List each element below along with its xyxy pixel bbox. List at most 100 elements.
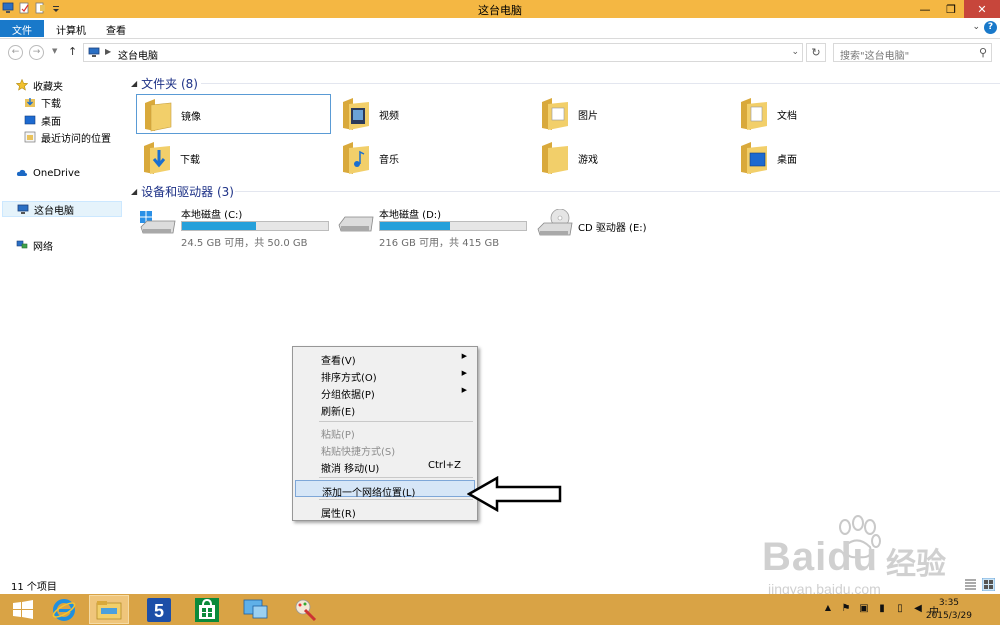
folder-item[interactable]: 图片 xyxy=(534,94,729,134)
clock-time: 3:35 xyxy=(938,598,960,608)
menu-item-add-network-location[interactable]: 添加一个网络位置(L) xyxy=(295,480,475,499)
menu-item-label: 添加一个网络位置(L) xyxy=(322,488,416,499)
menu-item-undo-move[interactable]: 撤消 移动(U) Ctrl+Z xyxy=(295,457,475,475)
menu-item-group-by[interactable]: 分组依据(P) ▶ xyxy=(295,383,475,401)
submenu-arrow-icon: ▶ xyxy=(461,386,467,394)
drive-name: 本地磁盘 (D:) xyxy=(379,210,442,221)
back-button[interactable]: ← xyxy=(8,45,23,60)
folder-name: 桌面 xyxy=(777,155,797,166)
taskbar-app-5[interactable]: 5 xyxy=(139,595,179,624)
up-button[interactable]: ↑ xyxy=(68,45,77,58)
collapse-chevron-icon[interactable]: ◢ xyxy=(131,79,137,88)
show-desktop-button[interactable] xyxy=(986,603,994,615)
folder-item[interactable]: 视频 xyxy=(335,94,530,134)
menu-item-refresh[interactable]: 刷新(E) xyxy=(295,400,475,418)
chevron-down-icon[interactable]: ⌄ xyxy=(791,47,799,57)
show-hidden-icons-icon[interactable]: ▲ xyxy=(822,603,834,615)
tab-computer[interactable]: 计算机 xyxy=(46,20,96,37)
desktop-icon xyxy=(24,115,36,125)
sidebar-item-label: 这台电脑 xyxy=(34,205,74,217)
group-header-folders[interactable]: ◢ 文件夹 (8) xyxy=(131,75,198,91)
videos-folder-icon xyxy=(343,98,369,130)
tab-view[interactable]: 查看 xyxy=(96,20,136,37)
folder-name: 视频 xyxy=(379,111,399,122)
search-icon[interactable]: ⚲ xyxy=(979,46,987,59)
close-button[interactable]: ✕ xyxy=(964,0,1000,18)
breadcrumb[interactable]: 这台电脑 xyxy=(118,47,158,62)
folder-item[interactable]: 下载 xyxy=(136,138,331,178)
watermark-brand: Baidu xyxy=(762,535,879,579)
drive-item[interactable]: CD 驱动器 (E:) xyxy=(534,201,729,245)
taskbar-paint-tool[interactable] xyxy=(285,595,325,624)
address-bar[interactable]: ▶ 这台电脑 ⌄ xyxy=(83,43,803,62)
collapse-chevron-icon[interactable]: ◢ xyxy=(131,187,137,196)
folder-item[interactable]: 文档 xyxy=(733,94,928,134)
expand-ribbon-icon[interactable]: ⌄ xyxy=(972,22,980,32)
recent-locations-icon[interactable]: ▼ xyxy=(52,47,57,55)
title-bar: 这台电脑 — ❐ ✕ xyxy=(0,0,1000,18)
menu-separator xyxy=(319,477,473,478)
store-icon xyxy=(195,597,219,622)
sidebar-item-desktop[interactable]: 桌面 xyxy=(24,112,61,128)
menu-item-sort-by[interactable]: 排序方式(O) ▶ xyxy=(295,366,475,384)
group-header-devices[interactable]: ◢ 设备和驱动器 (3) xyxy=(131,183,234,199)
volume-icon[interactable]: ◀ xyxy=(912,603,924,615)
folder-item[interactable]: 游戏 xyxy=(534,138,729,178)
help-icon[interactable]: ? xyxy=(984,21,997,34)
computer-icon xyxy=(17,204,29,214)
action-center-flag-icon[interactable]: ⚑ xyxy=(840,603,852,615)
sidebar-item-recent-places[interactable]: 最近访问的位置 xyxy=(24,129,111,145)
taskbar-file-explorer[interactable] xyxy=(89,595,129,624)
drive-item[interactable]: 本地磁盘 (D:) 216 GB 可用，共 415 GB xyxy=(335,201,530,249)
computer-icon xyxy=(88,47,100,57)
start-button[interactable] xyxy=(3,595,43,624)
drive-item[interactable]: 本地磁盘 (C:) 24.5 GB 可用，共 50.0 GB xyxy=(137,201,332,249)
folder-name: 下载 xyxy=(180,155,200,166)
menu-item-label: 粘贴(P) xyxy=(321,430,355,441)
folder-item[interactable]: 音乐 xyxy=(335,138,530,178)
sidebar-item-label: 收藏夹 xyxy=(33,81,63,93)
taskbar-remote-desktop[interactable] xyxy=(236,595,276,624)
sidebar-item-favorites[interactable]: 收藏夹 xyxy=(16,77,63,93)
tab-file[interactable]: 文件 xyxy=(0,20,44,37)
large-icons-view-icon[interactable] xyxy=(982,578,995,591)
search-input[interactable]: 搜索"这台电脑" ⚲ xyxy=(833,43,992,62)
power-icon[interactable]: ▯ xyxy=(894,603,906,615)
navigation-bar: ← → ▼ ↑ ▶ 这台电脑 ⌄ ↻ 搜索"这台电脑" ⚲ xyxy=(0,40,1000,66)
drive-size: 24.5 GB 可用，共 50.0 GB xyxy=(181,238,308,249)
refresh-button[interactable]: ↻ xyxy=(806,43,826,62)
breadcrumb-separator-icon[interactable]: ▶ xyxy=(105,47,111,56)
sidebar-item-onedrive[interactable]: OneDrive xyxy=(16,165,80,181)
menu-item-view[interactable]: 查看(V) ▶ xyxy=(295,349,475,367)
menu-item-paste[interactable]: 粘贴(P) xyxy=(295,423,475,441)
network-status-icon[interactable]: ▣ xyxy=(858,603,870,615)
system-clock[interactable]: 3:35 2015/3/29 xyxy=(926,597,972,623)
signal-strength-icon[interactable]: ▮ xyxy=(876,603,888,615)
taskbar-internet-explorer[interactable] xyxy=(44,595,84,624)
taskbar-store[interactable] xyxy=(187,595,227,624)
details-view-icon[interactable] xyxy=(964,578,977,591)
menu-item-label: 分组依据(P) xyxy=(321,390,375,401)
search-placeholder: 搜索"这台电脑" xyxy=(840,51,910,62)
folder-name: 图片 xyxy=(578,111,598,122)
system-tray: ▲ ⚑ ▣ ▮ ▯ ◀ 中 3:35 2015/3/29 xyxy=(800,594,1000,625)
folder-item[interactable]: 桌面 xyxy=(733,138,928,178)
documents-folder-icon xyxy=(741,98,767,130)
group-header-label: 文件夹 (8) xyxy=(141,76,198,91)
folder-name: 文档 xyxy=(777,111,797,122)
pictures-folder-icon xyxy=(542,98,568,130)
forward-button[interactable]: → xyxy=(29,45,44,60)
sidebar-item-this-pc[interactable]: 这台电脑 xyxy=(2,201,122,217)
folder-item[interactable]: 镜像 xyxy=(136,94,331,134)
menu-item-paste-shortcut[interactable]: 粘贴快捷方式(S) xyxy=(295,440,475,458)
ribbon-tabs: 文件 计算机 查看 ⌄ ? xyxy=(0,18,1000,39)
menu-item-properties[interactable]: 属性(R) xyxy=(295,502,475,520)
minimize-button[interactable]: — xyxy=(912,0,938,18)
cloud-icon xyxy=(16,169,28,176)
sidebar-item-network[interactable]: 网络 xyxy=(16,237,53,253)
item-count: 11 个项目 xyxy=(11,582,57,593)
sidebar-item-downloads[interactable]: 下载 xyxy=(24,94,61,110)
window-controls: — ❐ ✕ xyxy=(912,0,1000,18)
submenu-arrow-icon: ▶ xyxy=(461,369,467,377)
maximize-button[interactable]: ❐ xyxy=(938,0,964,18)
